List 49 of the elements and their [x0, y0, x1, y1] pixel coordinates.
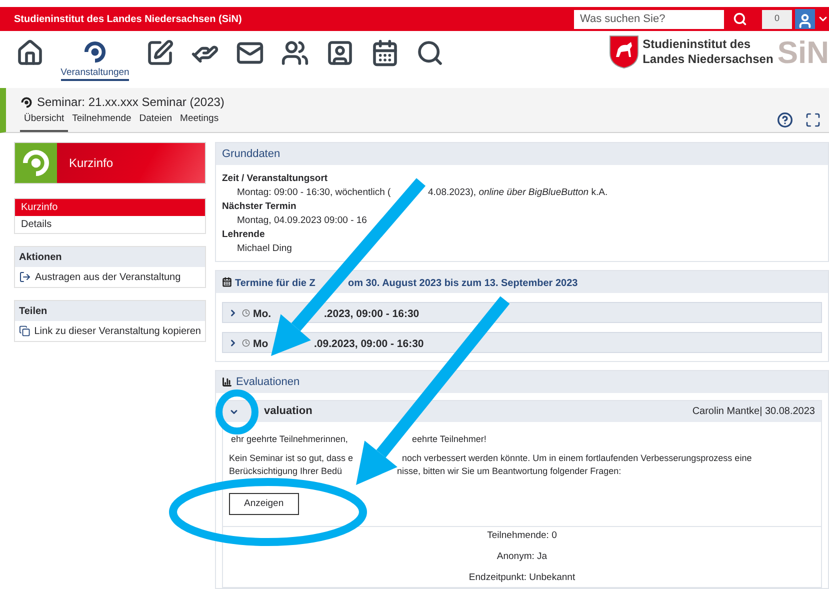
sidebar-section-title: Teilen — [15, 301, 205, 321]
description-text: noch verbessert werden könnte. Um in einem fortlaufenden Verbesserungsprozess eine — [402, 452, 752, 465]
field-value: Michael Ding — [237, 242, 292, 256]
date-text: .09.2023, 09:00 - 16:30 — [314, 336, 424, 352]
site-title: Studieninstitut des Landes Niedersachsen (SiN) — [14, 12, 242, 26]
stat-text: Endzeitpunkt: Unbekannt — [468, 571, 576, 585]
section-title: Grunddaten — [216, 143, 828, 165]
evaluation-meta: Carolin Mantke| 30.08.2023 — [692, 405, 815, 419]
tab[interactable]: Dateien — [135, 112, 176, 132]
date-text: Mo — [253, 338, 268, 350]
section-title: Termine für die Z — [235, 278, 316, 289]
greeting-text: ehr geehrte Teilnehmerinnen, — [231, 434, 348, 444]
date-row[interactable]: Mo. .2023, 09:00 - 16:30 — [222, 302, 822, 323]
logo-text: Landes Niedersachsen — [642, 52, 774, 67]
field-label: Nächster Termin — [222, 200, 296, 214]
greeting-text: eehrte Teilnehmer! — [412, 433, 486, 446]
search-field[interactable]: Was suchen Sie? — [574, 10, 724, 28]
sidebar-section-title: Aktionen — [15, 247, 205, 267]
sidebar-item[interactable]: Details — [15, 216, 205, 233]
sidebar-action[interactable]: Austragen aus der Veranstaltung — [15, 267, 205, 287]
field-label: Lehrende — [222, 228, 265, 242]
sidebar-action[interactable]: Link zu dieser Veranstaltung kopieren — [15, 321, 205, 341]
field-label: Zeit / Veranstaltungsort — [222, 172, 328, 186]
tab[interactable]: Meetings — [176, 112, 223, 132]
date-row[interactable]: Mo .09.2023, 09:00 - 16:30 — [222, 332, 822, 353]
field-value: Montag, 04.09.2023 09:00 - 16 — [237, 214, 367, 228]
description-text: nisse, bitten wir Sie um Beantwortung folgender Fragen: — [397, 465, 622, 478]
description-text: Berücksichtigung Ihrer Bedü — [229, 466, 342, 476]
nav-item[interactable]: Veranstaltungen — [61, 31, 129, 81]
course-title: Seminar: 21.xx.xxx Seminar (2023) — [37, 94, 224, 111]
logo-text: Studieninstitut des — [642, 37, 752, 52]
description-text: Kein Seminar ist so gut, dass e — [229, 453, 354, 463]
date-text: Mo. — [253, 308, 272, 320]
banner-title: Kurzinfo — [69, 155, 114, 172]
date-text: .2023, 09:00 - 16:30 — [324, 306, 420, 322]
evaluation-header[interactable]: valuation Carolin Mantke| 30.08.2023 — [223, 401, 821, 422]
section-title: om 30. August 2023 bis zum 13. September 2023 — [348, 277, 578, 291]
tab[interactable]: Übersicht — [20, 112, 68, 132]
tab[interactable]: Teilnehmende — [68, 112, 136, 132]
notification-count[interactable]: 0 — [762, 10, 792, 28]
stat-text: Anonym: Ja — [496, 550, 548, 564]
field-value: 4.08.2023), online über BigBlueButton k.A. — [428, 186, 608, 200]
field-value: Montag: 09:00 - 16:30, wöchentlich ( — [237, 187, 391, 198]
show-button[interactable]: Anzeigen — [229, 493, 299, 515]
stat-text: Teilnehmende: 0 — [487, 529, 557, 543]
logo-mark: SiN — [777, 36, 829, 68]
sidebar-item[interactable]: Kurzinfo — [15, 199, 205, 216]
section-title: Evaluationen — [236, 374, 300, 390]
evaluation-title: valuation — [264, 404, 312, 420]
